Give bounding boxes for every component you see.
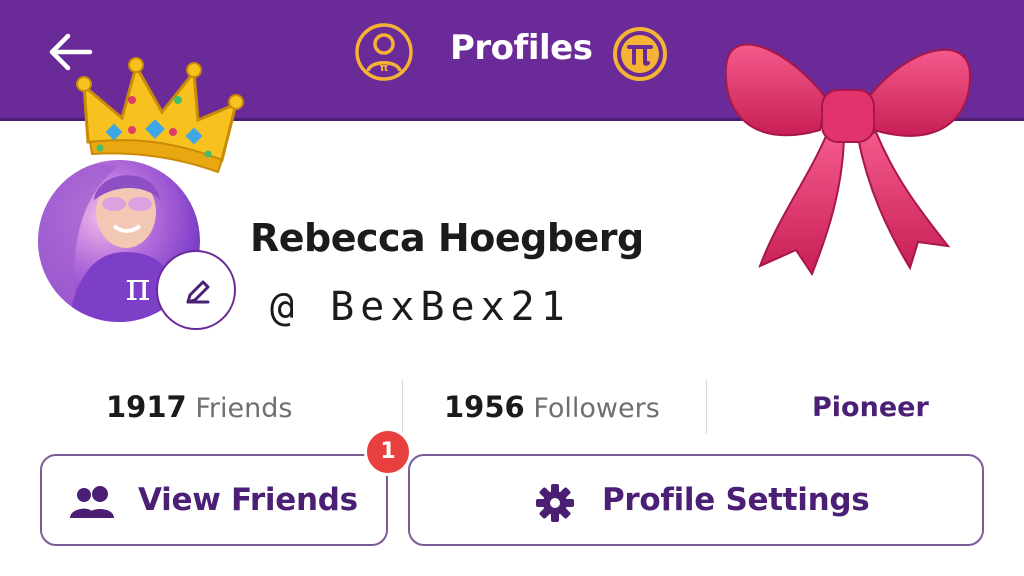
svg-text:π: π [126,265,151,309]
stats-divider [706,380,707,434]
profile-head-icon: π [355,23,413,81]
view-friends-label: View Friends [138,482,358,518]
username: @ BexBex21 [270,284,571,330]
friends-label: Friends [195,393,293,424]
pencil-icon [186,280,210,304]
profile-settings-button[interactable]: Profile Settings [408,454,984,546]
followers-label: Followers [533,393,660,424]
stats-divider [402,380,403,434]
display-name: Rebecca Hoegberg [250,216,644,260]
page-title: Profiles [450,28,593,68]
bow-sticker [724,43,972,277]
profile-settings-label: Profile Settings [602,482,870,518]
followers-stat: 1956 Followers [444,390,660,424]
gear-icon [536,484,574,522]
notification-badge: 1 [364,428,412,476]
svg-text:π: π [380,61,389,74]
friends-count: 1917 [106,390,187,424]
edit-avatar-button[interactable] [156,250,236,330]
friends-stat: 1917 Friends [106,390,292,424]
people-icon [70,486,114,518]
crown-sticker [76,57,244,174]
followers-count: 1956 [444,390,525,424]
role-badge: Pioneer [812,392,929,423]
pi-logo-icon [613,27,667,81]
view-friends-button[interactable]: View Friends [40,454,388,546]
